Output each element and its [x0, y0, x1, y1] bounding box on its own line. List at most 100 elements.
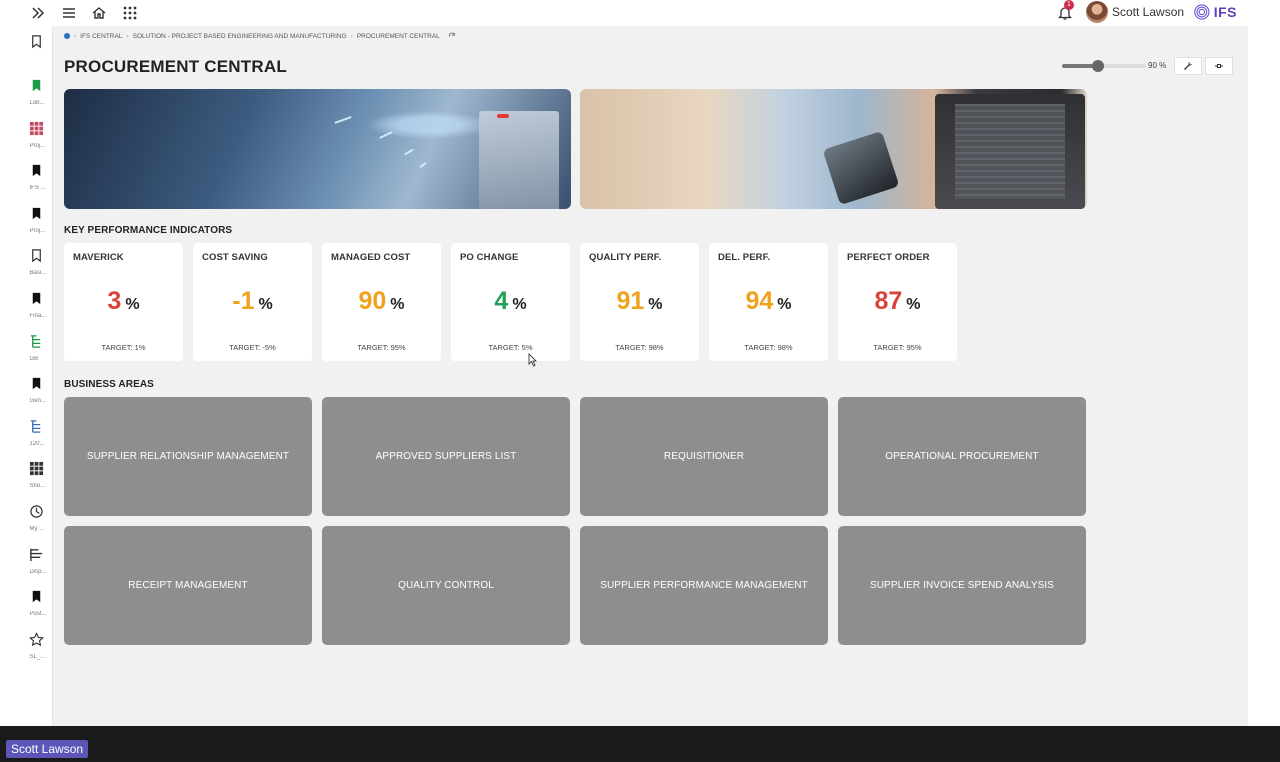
- business-area-tile[interactable]: SUPPLIER INVOICE SPEND ANALYSIS: [838, 525, 1086, 645]
- kpi-value: 87: [874, 287, 903, 315]
- kpi-unit: %: [258, 296, 273, 313]
- business-area-tile[interactable]: RECEIPT MANAGEMENT: [64, 525, 312, 645]
- nav-item-label: IFS ...: [29, 185, 46, 192]
- business-area-tile[interactable]: OPERATIONAL PROCUREMENT: [838, 397, 1086, 516]
- kpi-target: TARGET: 98%: [615, 343, 664, 352]
- breadcrumb-item-procurement-central: PROCUREMENT CENTRAL: [356, 32, 440, 40]
- bookmark-filled-icon: [32, 207, 41, 219]
- kpi-target: TARGET: 95%: [357, 343, 406, 352]
- nav-item-8[interactable]: Gen...: [20, 376, 53, 404]
- menu-icon[interactable]: [59, 3, 79, 23]
- kpi-title: PO CHANGE: [460, 252, 519, 263]
- kpi-value-row: 3%: [64, 287, 183, 316]
- kpi-title: COST SAVING: [202, 252, 268, 263]
- bookmark-filled-icon: [32, 79, 41, 92]
- kpi-card[interactable]: MANAGED COST 90% TARGET: 95%: [322, 243, 441, 361]
- breadcrumb-separator: ›: [74, 32, 77, 40]
- zoom-slider-thumb[interactable]: [1092, 60, 1105, 72]
- designer-button[interactable]: [1174, 57, 1202, 75]
- nav-item-7[interactable]: GB: [20, 334, 53, 362]
- nav-item-label: Proj...: [29, 142, 46, 149]
- mouse-cursor-icon: [528, 353, 537, 367]
- kpi-value: 4: [494, 287, 509, 315]
- window-edge-right: [1248, 0, 1280, 726]
- nav-item-label: Basi...: [29, 270, 47, 277]
- nav-item-3[interactable]: IFS ...: [20, 163, 53, 191]
- user-name[interactable]: Scott Lawson: [1112, 5, 1184, 19]
- nav-bookmark-toggle[interactable]: [20, 34, 53, 49]
- expand-navigator-icon[interactable]: [28, 3, 48, 23]
- kpi-unit: %: [125, 296, 140, 313]
- kpi-target: TARGET: 1%: [101, 343, 146, 352]
- kpi-value: 91: [616, 287, 645, 315]
- apps-grid-icon[interactable]: [120, 3, 140, 23]
- kpi-card[interactable]: MAVERICK 3% TARGET: 1%: [64, 243, 183, 361]
- kpi-unit: %: [906, 296, 921, 313]
- tree-icon: [30, 334, 41, 348]
- nav-item-10[interactable]: Sho...: [20, 461, 53, 489]
- nav-item-2[interactable]: Proj...: [20, 121, 53, 149]
- banner-warehouse-image: [64, 89, 571, 209]
- zoom-label: 90 %: [1148, 61, 1167, 70]
- bookmark-filled-icon: [32, 292, 41, 305]
- kpi-title: DEL. PERF.: [718, 252, 771, 263]
- notification-badge: 1: [1064, 0, 1074, 10]
- kpi-unit: %: [777, 296, 792, 313]
- taskbar-user-label: Scott Lawson: [6, 740, 89, 758]
- nav-item-13[interactable]: Post...: [20, 589, 53, 617]
- kpi-value: 90: [358, 287, 387, 315]
- top-bar: 1 Scott Lawson IFS: [0, 0, 1280, 26]
- kpi-title: PERFECT ORDER: [847, 252, 930, 263]
- ifs-logo-mark-icon: [1194, 4, 1210, 20]
- business-area-tile[interactable]: SUPPLIER PERFORMANCE MANAGEMENT: [580, 525, 828, 645]
- refresh-icon[interactable]: [448, 32, 456, 40]
- kpi-target: TARGET: 95%: [873, 343, 922, 352]
- nav-item-9[interactable]: 120...: [20, 419, 53, 447]
- kpi-card[interactable]: PERFECT ORDER 87% TARGET: 95%: [838, 243, 957, 361]
- nav-item-12[interactable]: Disp...: [20, 547, 53, 575]
- business-area-tile[interactable]: REQUISITIONER: [580, 397, 828, 516]
- business-area-tile[interactable]: APPROVED SUPPLIERS LIST: [322, 397, 570, 516]
- nav-item-label: Fina...: [29, 313, 47, 319]
- kpi-card[interactable]: DEL. PERF. 94% TARGET: 98%: [709, 243, 828, 361]
- kpi-card[interactable]: PO CHANGE 4% TARGET: 5%: [451, 243, 570, 361]
- avatar[interactable]: [1086, 1, 1108, 23]
- kpi-value-row: 90%: [322, 287, 441, 316]
- breadcrumb-home-dot[interactable]: [64, 33, 70, 39]
- kpi-target: TARGET: -5%: [229, 343, 276, 352]
- bars-icon: [30, 548, 43, 561]
- kpi-value: 3: [107, 287, 122, 315]
- breadcrumb-item-ifs-central[interactable]: IFS CENTRAL: [80, 33, 122, 40]
- kpi-value-row: -1%: [193, 287, 312, 316]
- nav-item-1[interactable]: Lob...: [20, 78, 53, 106]
- kpi-value-row: 91%: [580, 287, 699, 316]
- nav-item-6[interactable]: Fina...: [20, 291, 53, 319]
- business-areas-title: BUSINESS AREAS: [64, 379, 154, 390]
- nav-item-label: GB: [29, 355, 39, 362]
- nav-item-4[interactable]: Proj...: [20, 206, 53, 234]
- nav-item-5[interactable]: Basi...: [20, 248, 53, 276]
- kpi-title: QUALITY PERF.: [589, 252, 662, 263]
- nav-item-14[interactable]: SL_...: [20, 631, 53, 660]
- breadcrumb: › IFS CENTRAL › SOLUTION - PROJECT BASED…: [64, 32, 456, 40]
- breadcrumb-separator: ›: [350, 32, 353, 40]
- kpi-card[interactable]: COST SAVING -1% TARGET: -5%: [193, 243, 312, 361]
- kpi-target: TARGET: 98%: [744, 343, 793, 352]
- breadcrumb-item-solution[interactable]: SOLUTION - PROJECT BASED ENGINEERING AND…: [133, 33, 347, 40]
- kpi-title: MAVERICK: [73, 252, 124, 263]
- business-area-tile[interactable]: SUPPLIER RELATIONSHIP MANAGEMENT: [64, 397, 312, 516]
- link-icon: [1215, 64, 1223, 68]
- nav-item-11[interactable]: My ...: [20, 504, 53, 532]
- ifs-logo: IFS: [1193, 2, 1237, 22]
- left-navigator: Lob... Proj... IFS ... Proj... Basi... Fina..…: [20, 26, 53, 726]
- wrench-icon: [1184, 61, 1193, 70]
- kpi-value-row: 87%: [838, 287, 957, 316]
- grid-icon: [29, 462, 44, 476]
- share-button[interactable]: [1205, 57, 1233, 75]
- clock-icon: [30, 505, 43, 518]
- home-icon[interactable]: [89, 3, 109, 23]
- nav-item-label: 120...: [29, 440, 45, 447]
- zoom-slider[interactable]: [1062, 60, 1146, 72]
- kpi-card[interactable]: QUALITY PERF. 91% TARGET: 98%: [580, 243, 699, 361]
- business-area-tile[interactable]: QUALITY CONTROL: [322, 525, 570, 645]
